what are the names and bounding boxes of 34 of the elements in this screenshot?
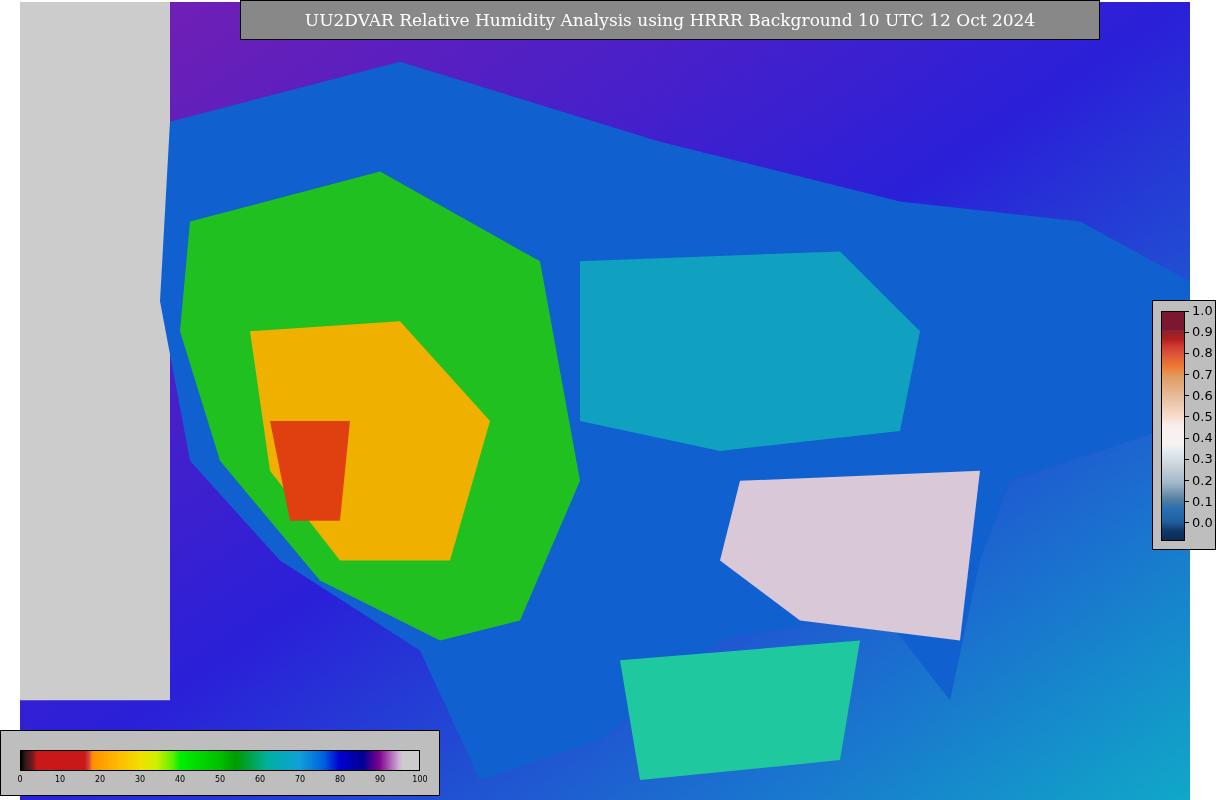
tick-mark	[1185, 416, 1189, 418]
tick-mark	[1185, 374, 1189, 376]
tick-label: 0.5	[1192, 407, 1213, 426]
tick-mark	[1185, 437, 1189, 439]
tick-label: 0.6	[1192, 386, 1213, 405]
tick-mark	[1185, 331, 1189, 333]
tick-mark	[1185, 501, 1189, 503]
tick-label: 0.7	[1192, 365, 1213, 384]
tick-label: 0.2	[1192, 471, 1213, 490]
tick-mark	[1185, 458, 1189, 460]
tick-label: 0.9	[1192, 323, 1213, 342]
tick-label: 90	[374, 775, 386, 784]
tick-label: 0.1	[1192, 492, 1213, 511]
tick-label: 100	[412, 775, 428, 784]
tick-label: 30	[134, 775, 146, 784]
tick-label: 1.0	[1192, 302, 1213, 320]
tick-mark	[1185, 522, 1189, 524]
tick-label: 60	[254, 775, 266, 784]
tick-mark	[1185, 480, 1189, 481]
tick-label: 0.3	[1192, 450, 1213, 469]
tick-label: 0.4	[1192, 429, 1213, 448]
tick-label: 0.8	[1192, 344, 1213, 363]
tick-label: 0	[17, 775, 23, 784]
tick-mark	[1185, 395, 1189, 397]
map-title: UU2DVAR Relative Humidity Analysis using HRRR Background 10 UTC 12 Oct 2024	[240, 0, 1100, 40]
tick-label: 50	[214, 775, 226, 784]
tick-label: 40	[174, 775, 186, 784]
tick-label: 0.0	[1192, 513, 1213, 532]
tick-mark	[1185, 310, 1189, 312]
tick-label: 20	[94, 775, 106, 784]
tick-label: 70	[294, 775, 306, 784]
tick-mark	[1185, 352, 1189, 354]
tick-label: 10	[54, 775, 66, 784]
tick-label: 80	[334, 775, 346, 784]
